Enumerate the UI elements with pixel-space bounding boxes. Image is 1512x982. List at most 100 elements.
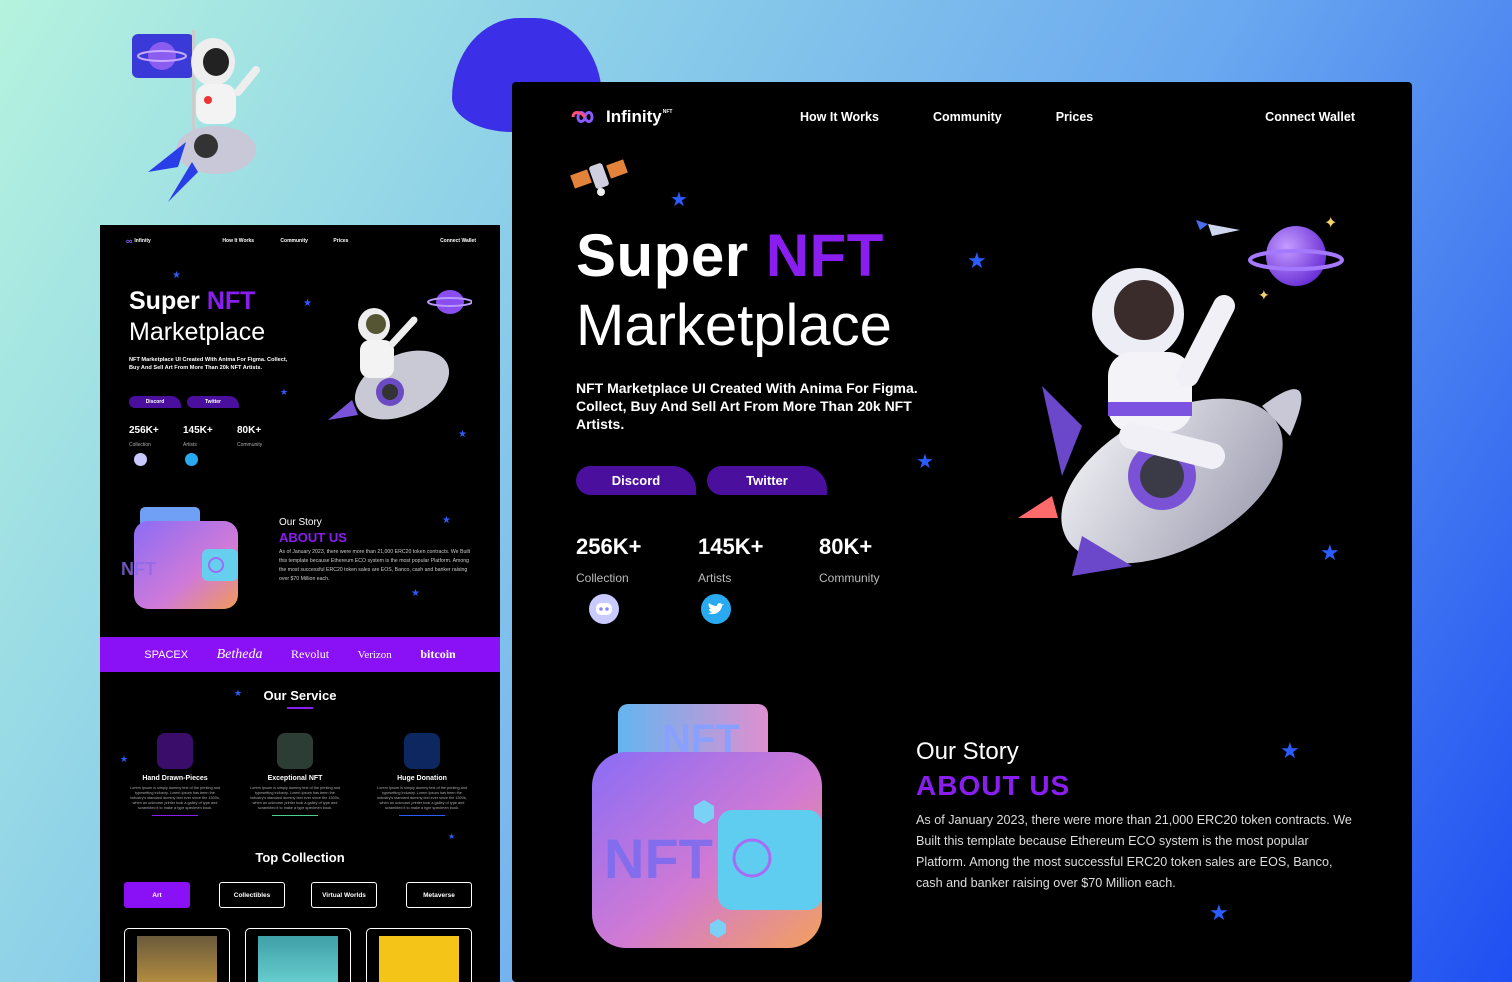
small-stat-community-label: Community [237,442,263,448]
stat-collection-label: Collection [576,571,629,585]
tab-virtual-worlds[interactable]: Virtual Worlds [311,882,377,908]
small-hero-subtitle: NFT Marketplace UI Created With Anima Fo… [129,357,288,371]
collection-image [379,936,459,982]
twitter-icon[interactable] [701,594,731,624]
tab-collectibles[interactable]: Collectibles [219,882,285,908]
service-card-underline [152,815,198,816]
small-title-line2: Marketplace [129,318,266,346]
brand-verizon: Verizon [357,648,392,661]
small-nav-community[interactable]: Community [280,238,333,244]
star-icon: ★ [172,270,181,281]
tab-metaverse[interactable]: Metaverse [406,882,472,908]
connect-wallet-button[interactable]: Connect Wallet [1265,110,1355,124]
stat-community-label: Community [819,571,880,585]
small-discord-icon[interactable] [134,453,147,466]
nav-how-it-works[interactable]: How It Works [800,110,879,124]
hero-title-line1: Super NFT [576,224,884,288]
small-stat-artists-label: Artists [183,442,197,448]
service-card-exceptional-nft: Exceptional NFT Lorem Ipsum is simply du… [247,733,343,816]
story-kicker: Our Story [916,738,1019,765]
brand-spacex: SPACEX [144,648,189,661]
small-brand-name: Infinity [134,238,151,244]
service-card-underline [399,815,445,816]
stat-artists-label: Artists [698,571,732,585]
stat-artists-value: 145K+ [698,534,764,559]
discord-icon[interactable] [589,594,619,624]
star-icon: ★ [442,515,451,526]
small-nav-connect[interactable]: Connect Wallet [440,238,476,244]
small-title-white: Super [129,287,200,315]
small-twitter-button[interactable]: Twitter [187,396,239,408]
collection-image [137,936,217,982]
star-icon: ★ [303,298,312,309]
star-icon: ★ [120,754,129,764]
discord-button[interactable]: Discord [576,466,696,495]
small-stat-collection-label: Collection [129,442,151,448]
nft-wallet-illustration: NFT [592,704,822,948]
collection-card[interactable] [245,928,351,982]
puzzle-icon [277,733,313,769]
collection-image [258,936,338,982]
collection-card[interactable] [124,928,230,982]
small-astronaut-rocket-illustration [328,290,472,420]
brand-badge: NFT [662,109,673,115]
infinity-logo-icon [571,111,594,123]
twitter-button[interactable]: Twitter [707,466,827,495]
nav-prices[interactable]: Prices [1056,110,1094,124]
stat-community-value: 80K+ [819,534,873,559]
service-title: Our Service [263,688,337,703]
story-text: As of January 2023, there were more than… [916,813,1352,890]
small-twitter-icon[interactable] [185,453,198,466]
nav-links: How It Works Community Prices [800,110,1093,124]
star-icon: ★ [916,451,934,473]
star-icon: ★ [234,688,243,698]
navbar: Infinity NFT How It Works Community Pric… [570,106,1355,128]
service-card-hand-drawn: Hand Drawn-Pieces Lorem Ipsum is simply … [127,733,223,816]
astronaut-rocket-illustration: ✦ ✦ [1018,213,1344,576]
small-stat-artists-value: 145K+ [183,425,213,436]
small-story-title: ABOUT US [279,530,347,545]
small-hero-title: Super NFT [129,287,255,316]
tab-art[interactable]: Art [124,882,190,908]
small-stat-collection-value: 256K+ [129,425,159,436]
collection-card[interactable] [366,928,472,982]
small-nft-artwork-text: NFT [121,559,156,579]
brand-betheda: Betheda [216,646,263,662]
star-icon: ★ [1209,900,1229,925]
small-stat-community-value: 80K+ [237,425,262,436]
service-card-underline [272,815,318,816]
small-nav-prices[interactable]: Prices [333,238,348,244]
service-item-title: Exceptional NFT [267,775,323,782]
wallet-icon [157,733,193,769]
small-story-kicker: Our Story [279,517,322,528]
small-nft-wallet-illustration [134,507,238,609]
star-icon: ★ [411,588,420,599]
brand-logos-bar: SPACEX Betheda Revolut Verizon bitcoin [100,637,500,672]
service-title-underline [287,707,313,709]
story-title: ABOUT US [916,770,1071,801]
small-nav-how[interactable]: How It Works [222,238,280,244]
image-icon [404,733,440,769]
svg-text:✦: ✦ [1258,288,1270,304]
star-icon: ★ [458,429,467,440]
star-icon: ★ [670,189,688,211]
nft-artwork-text: NFT [604,827,713,890]
star-icon: ★ [1280,738,1300,763]
service-item-text: Lorem Ipsum is simply dummy text of the … [130,786,220,810]
service-item-title: Hand Drawn-Pieces [142,775,208,782]
small-discord-button[interactable]: Discord [129,396,181,408]
satellite-icon [570,159,628,196]
service-item-text: Lorem Ipsum is simply dummy text of the … [250,786,340,810]
infinity-logo-icon: ∞ [126,236,133,246]
nav-community[interactable]: Community [933,110,1002,124]
brand-revolut: Revolut [291,647,330,661]
brand-logo[interactable]: Infinity NFT [570,107,800,127]
service-card-huge-donation: Huge Donation Lorem Ipsum is simply dumm… [374,733,470,816]
small-navbar: ∞ Infinity How It Works Community Prices… [126,236,476,246]
star-icon: ★ [280,387,289,397]
collection-title: Top Collection [255,850,345,865]
astronaut-flag-illustration [132,30,260,202]
hero-subtitle: NFT Marketplace UI Created With Anima Fo… [576,380,918,432]
star-icon: ★ [1320,540,1340,565]
stat-collection-value: 256K+ [576,534,642,559]
